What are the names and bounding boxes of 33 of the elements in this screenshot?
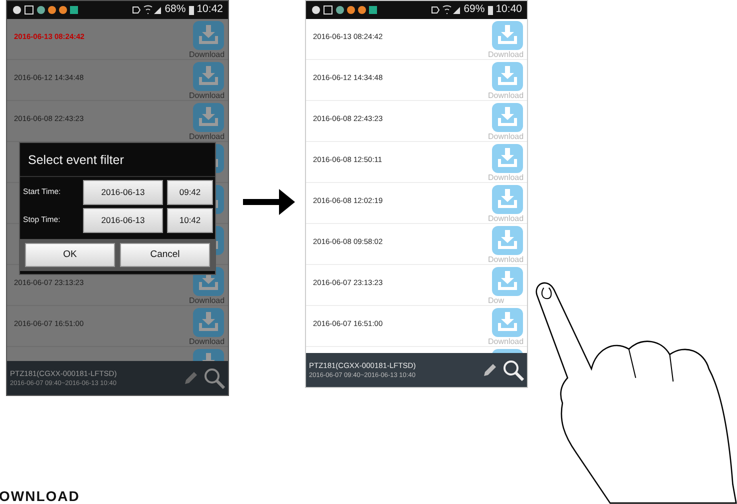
- download-label: Download: [488, 91, 524, 101]
- signal-icons-drawing: [430, 5, 461, 15]
- ok-button[interactable]: OK: [25, 242, 115, 267]
- date-field[interactable]: 2016-06-13: [83, 180, 163, 205]
- clock-time: 10:42: [196, 2, 223, 18]
- battery-icon: [488, 6, 493, 14]
- download-label: Download: [488, 132, 524, 142]
- date-field[interactable]: 2016-06-13: [83, 208, 163, 233]
- download-label: Download: [488, 50, 524, 60]
- search-icon[interactable]: [502, 359, 524, 381]
- right-arrow-icon: [242, 188, 296, 216]
- download-label: Download: [488, 255, 524, 265]
- battery-percent: 69%: [464, 2, 485, 18]
- time-field[interactable]: 10:42: [167, 208, 213, 233]
- signal-icons-drawing: [132, 5, 162, 15]
- download-label: Download: [189, 132, 225, 142]
- download-label: Download: [189, 296, 225, 306]
- download-label: Download: [488, 214, 524, 224]
- download-label: Download: [189, 50, 225, 60]
- dialog-title: Select event filter: [20, 143, 215, 177]
- download-label: Download: [488, 337, 524, 347]
- download-label: Download: [488, 173, 524, 183]
- download-label: Dow: [488, 296, 504, 306]
- battery-percent: 68%: [164, 2, 186, 18]
- search-icon[interactable]: [203, 367, 225, 389]
- pencil-icon[interactable]: [183, 370, 199, 386]
- battery-icon: [188, 6, 194, 14]
- pencil-icon[interactable]: [482, 362, 498, 378]
- cancel-button[interactable]: Cancel: [120, 242, 210, 267]
- download-label: Download: [189, 337, 225, 347]
- time-field[interactable]: 09:42: [167, 180, 213, 205]
- clock-time: 10:40: [496, 2, 522, 18]
- download-label: Download: [189, 91, 225, 101]
